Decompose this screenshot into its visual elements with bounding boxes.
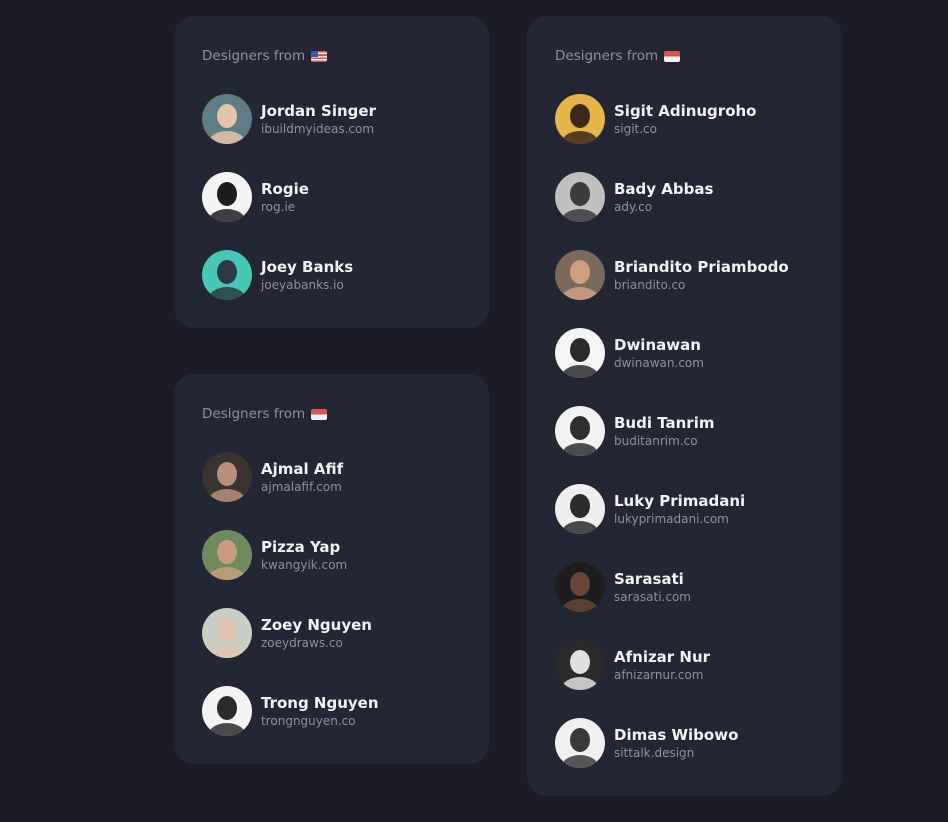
avatar[interactable] — [555, 562, 605, 612]
designer-website-link[interactable]: briandito.co — [614, 277, 789, 293]
designer-row[interactable]: Budi Tanrim buditanrim.co — [555, 406, 814, 456]
designer-row[interactable]: Rogie rog.ie — [202, 172, 461, 222]
card-title-text: Designers from — [555, 48, 659, 64]
designer-name[interactable]: Ajmal Afif — [261, 459, 343, 479]
designer-info: Pizza Yap kwangyik.com — [261, 537, 347, 573]
avatar[interactable] — [555, 718, 605, 768]
designers-us-card: Designers from Jordan Singer ibuildmyidea… — [174, 16, 489, 328]
designer-row[interactable]: Luky Primadani lukyprimadani.com — [555, 484, 814, 534]
designer-row[interactable]: Ajmal Afif ajmalafif.com — [202, 452, 461, 502]
designer-name[interactable]: Jordan Singer — [261, 101, 376, 121]
designer-row[interactable]: Pizza Yap kwangyik.com — [202, 530, 461, 580]
designer-info: Bady Abbas ady.co — [614, 179, 713, 215]
designer-website-link[interactable]: ajmalafif.com — [261, 479, 343, 495]
designer-row[interactable]: Joey Banks joeyabanks.io — [202, 250, 461, 300]
designer-name[interactable]: Pizza Yap — [261, 537, 347, 557]
designer-info: Rogie rog.ie — [261, 179, 309, 215]
us-flag-icon — [311, 50, 328, 62]
avatar[interactable] — [555, 484, 605, 534]
designer-website-link[interactable]: sarasati.com — [614, 589, 691, 605]
designer-info: Afnizar Nur afnizarnur.com — [614, 647, 710, 683]
designer-list: Sigit Adinugroho sigit.co Bady Abbas ady.co… — [555, 94, 814, 768]
designer-name[interactable]: Budi Tanrim — [614, 413, 714, 433]
designer-row[interactable]: Dimas Wibowo sittalk.design — [555, 718, 814, 768]
avatar[interactable] — [202, 530, 252, 580]
avatar[interactable] — [555, 328, 605, 378]
designer-info: Jordan Singer ibuildmyideas.com — [261, 101, 376, 137]
designer-row[interactable]: Bady Abbas ady.co — [555, 172, 814, 222]
designer-name[interactable]: Sarasati — [614, 569, 691, 589]
card-title: Designers from — [202, 404, 461, 424]
card-title-text: Designers from — [202, 48, 306, 64]
designer-website-link[interactable]: joeyabanks.io — [261, 277, 353, 293]
id-flag-icon — [664, 50, 681, 62]
designer-info: Sigit Adinugroho sigit.co — [614, 101, 757, 137]
designer-list: Jordan Singer ibuildmyideas.com Rogie rog.i… — [202, 94, 461, 300]
designer-row[interactable]: Trong Nguyen trongnguyen.co — [202, 686, 461, 736]
avatar[interactable] — [202, 686, 252, 736]
designer-row[interactable]: Afnizar Nur afnizarnur.com — [555, 640, 814, 690]
designer-row[interactable]: Jordan Singer ibuildmyideas.com — [202, 94, 461, 144]
designer-website-link[interactable]: trongnguyen.co — [261, 713, 379, 729]
designer-info: Ajmal Afif ajmalafif.com — [261, 459, 343, 495]
designer-row[interactable]: Sigit Adinugroho sigit.co — [555, 94, 814, 144]
designer-name[interactable]: Rogie — [261, 179, 309, 199]
designer-info: Joey Banks joeyabanks.io — [261, 257, 353, 293]
designer-info: Zoey Nguyen zoeydraws.co — [261, 615, 372, 651]
designer-row[interactable]: Zoey Nguyen zoeydraws.co — [202, 608, 461, 658]
designer-website-link[interactable]: dwinawan.com — [614, 355, 704, 371]
designer-name[interactable]: Dimas Wibowo — [614, 725, 738, 745]
avatar[interactable] — [555, 406, 605, 456]
designer-name[interactable]: Afnizar Nur — [614, 647, 710, 667]
designer-info: Dwinawan dwinawan.com — [614, 335, 704, 371]
avatar[interactable] — [555, 94, 605, 144]
designer-info: Sarasati sarasati.com — [614, 569, 691, 605]
designer-name[interactable]: Bady Abbas — [614, 179, 713, 199]
designer-name[interactable]: Joey Banks — [261, 257, 353, 277]
avatar[interactable] — [202, 608, 252, 658]
designer-website-link[interactable]: buditanrim.co — [614, 433, 714, 449]
designer-row[interactable]: Briandito Priambodo briandito.co — [555, 250, 814, 300]
avatar[interactable] — [555, 172, 605, 222]
card-title-text: Designers from — [202, 406, 306, 422]
designer-website-link[interactable]: zoeydraws.co — [261, 635, 372, 651]
designer-website-link[interactable]: sigit.co — [614, 121, 757, 137]
designer-info: Dimas Wibowo sittalk.design — [614, 725, 738, 761]
designer-row[interactable]: Sarasati sarasati.com — [555, 562, 814, 612]
designer-row[interactable]: Dwinawan dwinawan.com — [555, 328, 814, 378]
designer-website-link[interactable]: afnizarnur.com — [614, 667, 710, 683]
designer-website-link[interactable]: kwangyik.com — [261, 557, 347, 573]
designer-name[interactable]: Trong Nguyen — [261, 693, 379, 713]
designer-website-link[interactable]: sittalk.design — [614, 745, 738, 761]
card-title: Designers from — [555, 46, 814, 66]
avatar[interactable] — [202, 172, 252, 222]
designer-website-link[interactable]: lukyprimadani.com — [614, 511, 745, 527]
designers-id-card-2: Designers from Sigit Adinugroho sigit.co B… — [527, 16, 842, 796]
id-flag-icon — [311, 408, 328, 420]
designer-website-link[interactable]: ibuildmyideas.com — [261, 121, 376, 137]
avatar[interactable] — [555, 250, 605, 300]
designer-name[interactable]: Briandito Priambodo — [614, 257, 789, 277]
avatar[interactable] — [202, 94, 252, 144]
designer-website-link[interactable]: rog.ie — [261, 199, 309, 215]
designer-name[interactable]: Sigit Adinugroho — [614, 101, 757, 121]
avatar[interactable] — [202, 452, 252, 502]
designer-list: Ajmal Afif ajmalafif.com Pizza Yap kwangyik… — [202, 452, 461, 736]
designer-info: Trong Nguyen trongnguyen.co — [261, 693, 379, 729]
avatar[interactable] — [555, 640, 605, 690]
card-title: Designers from — [202, 46, 461, 66]
designer-name[interactable]: Luky Primadani — [614, 491, 745, 511]
designers-id-card: Designers from Ajmal Afif ajmalafif.com Pi… — [174, 374, 489, 764]
designer-website-link[interactable]: ady.co — [614, 199, 713, 215]
designer-info: Luky Primadani lukyprimadani.com — [614, 491, 745, 527]
designer-name[interactable]: Zoey Nguyen — [261, 615, 372, 635]
designer-info: Briandito Priambodo briandito.co — [614, 257, 789, 293]
designer-name[interactable]: Dwinawan — [614, 335, 704, 355]
designer-info: Budi Tanrim buditanrim.co — [614, 413, 714, 449]
avatar[interactable] — [202, 250, 252, 300]
